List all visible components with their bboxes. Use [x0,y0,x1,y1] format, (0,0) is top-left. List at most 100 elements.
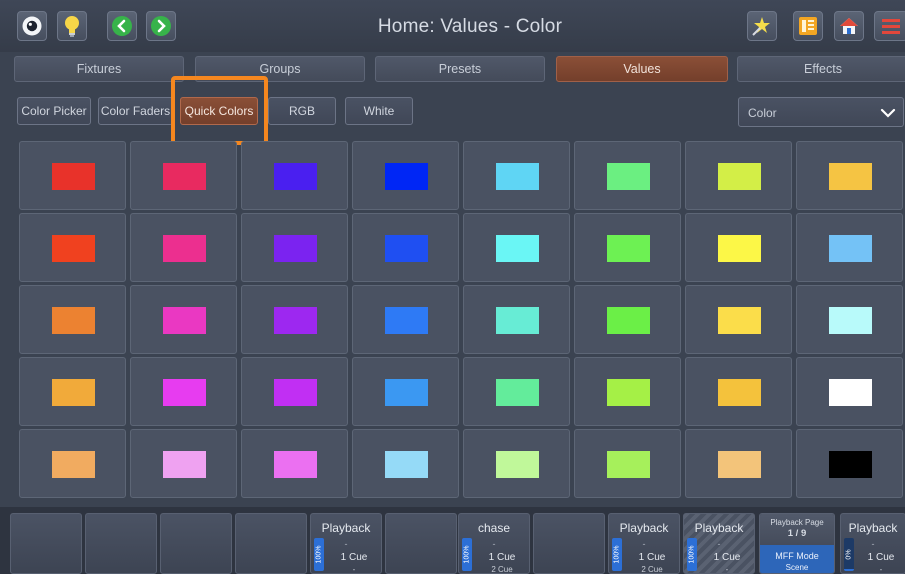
playback-button[interactable]: Playback - 1 Cue - 100% [310,513,382,574]
quick-color-cell[interactable] [241,141,348,210]
color-swatch [163,379,206,406]
cue-list-button[interactable] [793,11,823,41]
quick-color-cell[interactable] [352,141,459,210]
color-swatch [274,163,317,190]
playback-level: 100% [314,538,324,571]
quick-color-cell[interactable] [19,141,126,210]
quick-color-cell[interactable] [19,213,126,282]
quick-color-cell[interactable] [19,429,126,498]
quick-color-cell[interactable] [130,357,237,426]
subtab-color-picker[interactable]: Color Picker [17,97,91,125]
quick-color-cell[interactable] [463,357,570,426]
quick-color-cell[interactable] [352,285,459,354]
quick-color-cell[interactable] [19,285,126,354]
playback-bar: Playback - 1 Cue - 100% chase - 1 Cue 2 … [0,507,905,574]
quick-color-cell[interactable] [130,285,237,354]
color-swatch [274,451,317,478]
quick-color-cell[interactable] [463,429,570,498]
quick-color-cell[interactable] [241,213,348,282]
color-swatch [496,379,539,406]
playback-level-text: 0% [845,549,853,560]
color-swatch [163,163,206,190]
quick-color-cell[interactable] [574,213,681,282]
quick-color-cell[interactable] [130,141,237,210]
quick-color-cell[interactable] [130,429,237,498]
quick-colors-grid [19,141,905,499]
quick-color-cell[interactable] [574,357,681,426]
menu-icon [882,19,900,34]
quick-color-cell[interactable] [574,429,681,498]
playback-page-button[interactable]: Playback Page 1 / 9 MFF Mode Scene [759,513,835,574]
quick-color-cell[interactable] [352,429,459,498]
tab-values[interactable]: Values [556,56,728,82]
subtab-white[interactable]: White [345,97,413,125]
quick-color-cell[interactable] [574,141,681,210]
playback-cue-count: 1 Cue [638,552,666,563]
quick-color-cell[interactable] [241,429,348,498]
quick-color-cell[interactable] [574,285,681,354]
page-title: Home: Values - Color [377,16,563,37]
quick-color-cell[interactable] [685,285,792,354]
color-swatch [496,235,539,262]
playback-button[interactable]: chase - 1 Cue 2 Cue 100% [458,513,530,574]
subtab-color-faders[interactable]: Color Faders [98,97,173,125]
color-attribute-dropdown[interactable]: Color [738,97,904,127]
color-swatch [607,307,650,334]
color-swatch [718,163,761,190]
subtab-rgb[interactable]: RGB [268,97,336,125]
tab-presets[interactable]: Presets [375,56,545,82]
quick-color-cell[interactable] [463,213,570,282]
quick-color-cell[interactable] [463,141,570,210]
quick-color-cell[interactable] [796,285,903,354]
quick-color-cell[interactable] [352,357,459,426]
quick-color-cell[interactable] [241,285,348,354]
quick-color-cell[interactable] [796,357,903,426]
tab-fixtures[interactable]: Fixtures [14,56,184,82]
quick-color-cell[interactable] [685,429,792,498]
playback-slot-empty[interactable] [10,513,82,574]
playback-button[interactable]: Playback - 1 Cue 2 Cue 100% [608,513,680,574]
playback-slot-empty[interactable] [385,513,457,574]
playback-slot-empty[interactable] [160,513,232,574]
playback-cue-count: 1 Cue [867,552,895,563]
playback-slot-empty[interactable] [235,513,307,574]
quick-color-cell[interactable] [130,213,237,282]
home-button[interactable] [834,11,864,41]
color-swatch [496,307,539,334]
chevron-right-icon [151,16,171,36]
color-swatch [496,163,539,190]
playback-title: Playback [848,521,898,535]
quick-color-cell[interactable] [685,213,792,282]
playback-slot-empty[interactable] [85,513,157,574]
quick-color-cell[interactable] [352,213,459,282]
quick-color-cell[interactable] [19,357,126,426]
chevron-down-icon [880,108,896,118]
back-button[interactable] [107,11,137,41]
lightbulb-button[interactable] [57,11,87,41]
playback-cue-count: 1 Cue [340,552,368,563]
color-swatch [718,451,761,478]
quick-color-cell[interactable] [463,285,570,354]
playback-page-selector[interactable]: Playback Page 1 / 9 [760,514,834,545]
playback-button[interactable]: Playback - 1 Cue - 100% [683,513,755,574]
quick-color-cell[interactable] [796,429,903,498]
playback-level-text: 100% [613,545,621,564]
quick-color-cell[interactable] [241,357,348,426]
forward-button[interactable] [146,11,176,41]
magic-wand-button[interactable] [747,11,777,41]
eye-button[interactable] [17,11,47,41]
quick-color-cell[interactable] [796,141,903,210]
playback-button[interactable]: Playback - 1 Cue - 0% [840,513,905,574]
color-swatch [385,451,428,478]
quick-color-cell[interactable] [685,141,792,210]
playback-slot-empty[interactable] [533,513,605,574]
tab-effects[interactable]: Effects [737,56,905,82]
menu-button[interactable] [874,11,905,41]
mff-mode-button[interactable]: MFF Mode Scene [760,545,834,573]
eye-icon [22,16,42,36]
color-swatch [385,235,428,262]
quick-color-cell[interactable] [796,213,903,282]
color-swatch [829,235,872,262]
playback-next-cue: - [725,565,729,574]
quick-color-cell[interactable] [685,357,792,426]
